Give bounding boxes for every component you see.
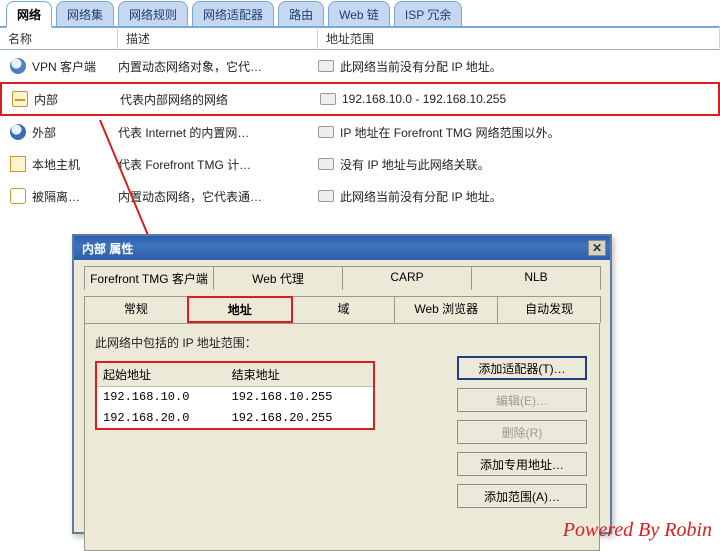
quarantine-icon [10, 188, 26, 204]
network-row-quarantined[interactable]: 被隔离… 内置动态网络，它代表通… 此网络当前没有分配 IP 地址。 [0, 180, 720, 212]
panel-caption: 此网络中包括的 IP 地址范围： [95, 334, 589, 351]
network-list: VPN 客户端 内置动态网络对象，它代… 此网络当前没有分配 IP 地址。 内部… [0, 50, 720, 212]
internal-network-icon [12, 91, 28, 107]
tab-network-sets[interactable]: 网络集 [56, 1, 114, 26]
column-header-range[interactable]: 地址范围 [318, 27, 720, 50]
network-range: 此网络当前没有分配 IP 地址。 [340, 188, 502, 205]
network-range: IP 地址在 Forefront TMG 网络范围以外。 [340, 124, 560, 141]
close-icon: ✕ [592, 241, 602, 255]
tab-domains[interactable]: 域 [292, 296, 396, 323]
address-range-icon [318, 126, 334, 138]
network-list-header: 名称 描述 地址范围 [0, 28, 720, 50]
network-row-external[interactable]: 外部 代表 Internet 的内置网… IP 地址在 Forefront TM… [0, 116, 720, 148]
properties-dialog: 内部 属性 ✕ Forefront TMG 客户端 Web 代理 CARP NL… [72, 234, 612, 534]
network-desc: 代表内部网络的网络 [120, 91, 320, 108]
tab-web-browser[interactable]: Web 浏览器 [394, 296, 498, 323]
network-row-vpn-clients[interactable]: VPN 客户端 内置动态网络对象，它代… 此网络当前没有分配 IP 地址。 [0, 50, 720, 82]
network-name: VPN 客户端 [32, 58, 96, 75]
start-address: 192.168.10.0 [96, 387, 226, 408]
tab-isp-redundancy[interactable]: ISP 冗余 [394, 1, 462, 26]
add-adapter-button[interactable]: 添加适配器(T)… [457, 356, 587, 380]
button-column: 添加适配器(T)… 编辑(E)… 删除(R) 添加专用地址… 添加范围(A)… [457, 356, 587, 508]
tab-network-adapters[interactable]: 网络适配器 [192, 1, 274, 26]
edit-button[interactable]: 编辑(E)… [457, 388, 587, 412]
globe-icon [10, 58, 26, 74]
tab-autodiscover[interactable]: 自动发现 [497, 296, 601, 323]
dialog-tabrow-1: Forefront TMG 客户端 Web 代理 CARP NLB [84, 266, 600, 290]
network-range: 此网络当前没有分配 IP 地址。 [340, 58, 502, 75]
close-button[interactable]: ✕ [588, 240, 606, 256]
address-range-icon [320, 93, 336, 105]
tab-network-rules[interactable]: 网络规则 [118, 1, 188, 26]
network-desc: 内置动态网络对象，它代… [118, 58, 318, 75]
tab-web-proxy[interactable]: Web 代理 [213, 266, 343, 290]
network-name: 本地主机 [32, 156, 80, 173]
network-range: 192.168.10.0 - 192.168.10.255 [342, 92, 506, 106]
col-start-address[interactable]: 起始地址 [96, 362, 226, 387]
host-icon [10, 156, 26, 172]
col-end-address[interactable]: 结束地址 [226, 362, 374, 387]
tab-web-chain[interactable]: Web 链 [328, 1, 390, 26]
network-row-localhost[interactable]: 本地主机 代表 Forefront TMG 计… 没有 IP 地址与此网络关联。 [0, 148, 720, 180]
start-address: 192.168.20.0 [96, 408, 226, 430]
address-range-icon [318, 190, 334, 202]
tab-carp[interactable]: CARP [342, 266, 472, 290]
dialog-title: 内部 属性 [82, 240, 133, 257]
dialog-tabrow-2: 常规 地址 域 Web 浏览器 自动发现 [84, 296, 600, 323]
network-range: 没有 IP 地址与此网络关联。 [340, 156, 490, 173]
network-desc: 代表 Forefront TMG 计… [118, 156, 318, 173]
address-row[interactable]: 192.168.10.0 192.168.10.255 [96, 387, 374, 408]
remove-button[interactable]: 删除(R) [457, 420, 587, 444]
dialog-titlebar[interactable]: 内部 属性 ✕ [74, 236, 610, 260]
tab-general[interactable]: 常规 [84, 296, 188, 323]
network-desc: 内置动态网络，它代表通… [118, 188, 318, 205]
end-address: 192.168.10.255 [226, 387, 374, 408]
network-name: 外部 [32, 124, 56, 141]
column-header-name[interactable]: 名称 [0, 27, 118, 50]
network-desc: 代表 Internet 的内置网… [118, 124, 318, 141]
tab-routing[interactable]: 路由 [278, 1, 324, 26]
address-row[interactable]: 192.168.20.0 192.168.20.255 [96, 408, 374, 430]
add-dedicated-button[interactable]: 添加专用地址… [457, 452, 587, 476]
network-row-internal[interactable]: 内部 代表内部网络的网络 192.168.10.0 - 192.168.10.2… [0, 82, 720, 116]
network-name: 内部 [34, 91, 58, 108]
tab-addresses[interactable]: 地址 [187, 296, 293, 323]
end-address: 192.168.20.255 [226, 408, 374, 430]
address-range-icon [318, 60, 334, 72]
main-tabstrip: 网络 网络集 网络规则 网络适配器 路由 Web 链 ISP 冗余 [0, 0, 720, 28]
address-range-icon [318, 158, 334, 170]
tab-nlb[interactable]: NLB [471, 266, 601, 290]
add-range-button[interactable]: 添加范围(A)… [457, 484, 587, 508]
tab-tmg-client[interactable]: Forefront TMG 客户端 [84, 266, 214, 290]
addresses-panel: 此网络中包括的 IP 地址范围： 起始地址 结束地址 192.168.10.0 … [84, 323, 600, 551]
watermark: Powered By Robin [563, 519, 712, 542]
external-network-icon [10, 124, 26, 140]
network-name: 被隔离… [32, 188, 80, 205]
tab-network[interactable]: 网络 [6, 1, 52, 28]
address-range-table[interactable]: 起始地址 结束地址 192.168.10.0 192.168.10.255 19… [95, 361, 375, 430]
column-header-desc[interactable]: 描述 [118, 27, 318, 50]
